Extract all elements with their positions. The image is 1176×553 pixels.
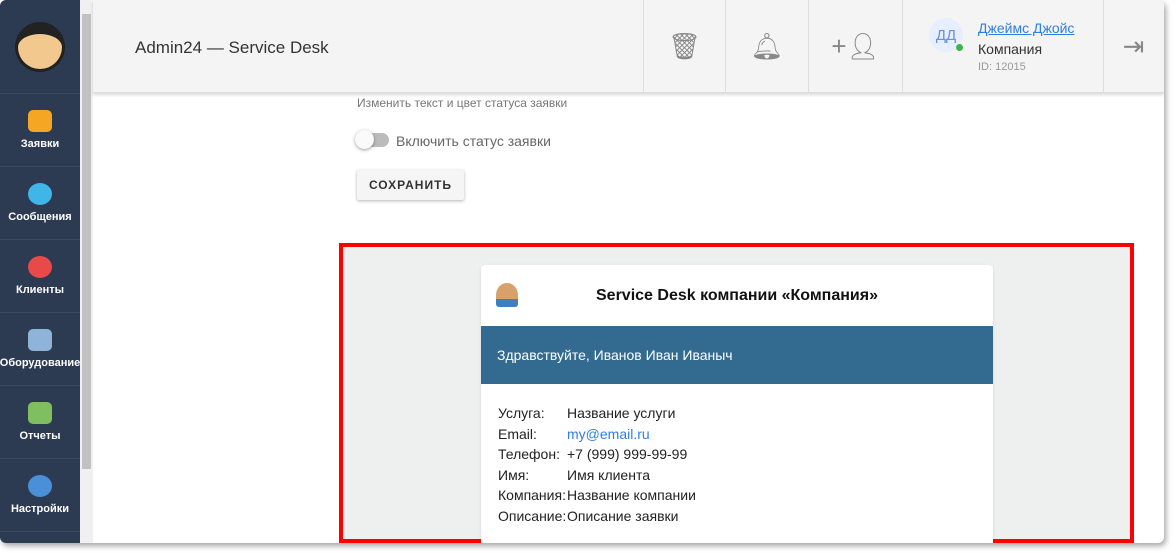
status-hint: Изменить текст и цвет статуса заявки: [357, 96, 567, 110]
field-row: Компания:Название компании: [498, 487, 976, 508]
user-company: Компания: [978, 41, 1042, 57]
gear-icon: [28, 475, 52, 497]
sidebar-item-messages[interactable]: Сообщения: [0, 167, 80, 240]
app-window: Заявки Сообщения Клиенты Оборудование От…: [0, 0, 1164, 543]
equipment-icon: [28, 329, 52, 351]
support-agent-icon: [496, 283, 518, 307]
field-row: Описание:Описание заявки: [498, 508, 976, 529]
avatar-logo-icon: [15, 22, 65, 72]
sidebar-item-label: Отчеты: [19, 430, 60, 442]
sidebar: Заявки Сообщения Клиенты Оборудование От…: [0, 0, 80, 543]
megaphone-icon: [28, 110, 52, 132]
sidebar-item-clients[interactable]: Клиенты: [0, 240, 80, 313]
logout-button[interactable]: ⇥: [1103, 0, 1163, 93]
field-value: Описание заявки: [567, 508, 678, 529]
field-label: Услуга:: [498, 405, 567, 426]
bell-icon: 🔔︎: [750, 31, 783, 62]
email-title: Service Desk компании «Компания»: [596, 287, 878, 305]
field-label: Компания:: [498, 487, 567, 508]
scrollbar[interactable]: [80, 0, 93, 543]
field-label: Телефон:: [498, 446, 567, 467]
email-greeting: Здравствуйте, Иванов Иван Иваныч: [481, 326, 993, 384]
sidebar-item-settings[interactable]: Настройки: [0, 459, 80, 532]
chat-icon: [28, 183, 52, 205]
page-title: Admin24 — Service Desk: [135, 38, 329, 58]
sidebar-item-reports[interactable]: Отчеты: [0, 386, 80, 459]
sidebar-item-equipment[interactable]: Оборудование: [0, 313, 80, 386]
save-button[interactable]: СОХРАНИТЬ: [357, 170, 464, 200]
add-user-button[interactable]: +👤︎: [808, 0, 902, 93]
sidebar-item-label: Настройки: [11, 503, 69, 515]
user-id: ID: 12015: [978, 61, 1026, 73]
field-value: Имя клиента: [567, 467, 650, 488]
logout-icon: ⇥: [1123, 31, 1145, 62]
user-profile: ДД Джеймс Джойс Компания ID: 12015: [902, 0, 1103, 93]
main-content: Изменить текст и цвет статуса заявки Вкл…: [93, 93, 1164, 543]
sidebar-item-label: Заявки: [21, 138, 59, 150]
field-label: Описание:: [498, 508, 567, 529]
status-toggle[interactable]: [357, 133, 389, 147]
trash-icon: 🗑︎: [668, 31, 701, 62]
field-label: Имя:: [498, 467, 567, 488]
field-row: Email:my@email.ru: [498, 426, 976, 447]
field-value: +7 (999) 999-99-99: [567, 446, 687, 467]
add-user-icon: +👤︎: [831, 31, 879, 62]
user-name-link[interactable]: Джеймс Джойс: [978, 20, 1074, 36]
field-row: Услуга:Название услуги: [498, 405, 976, 426]
email-preview: Service Desk компании «Компания» Здравст…: [339, 243, 1134, 543]
field-value: Название услуги: [567, 405, 675, 426]
notifications-button[interactable]: 🔔︎: [725, 0, 808, 93]
email-card: Service Desk компании «Компания» Здравст…: [481, 265, 993, 543]
sidebar-item-label: Сообщения: [8, 211, 71, 223]
field-row: Телефон:+7 (999) 999-99-99: [498, 446, 976, 467]
header: Admin24 — Service Desk 🗑︎ 🔔︎ +👤︎ ДД Джей…: [93, 0, 1164, 93]
sidebar-item-label: Клиенты: [16, 284, 64, 296]
email-link[interactable]: my@email.ru: [567, 426, 650, 447]
delete-button[interactable]: 🗑︎: [643, 0, 725, 93]
online-status-icon: [956, 44, 963, 51]
clients-icon: [28, 256, 52, 278]
scrollbar-thumb[interactable]: [82, 14, 91, 469]
reports-icon: [28, 402, 52, 424]
sidebar-item-label: Оборудование: [0, 357, 80, 369]
status-toggle-label: Включить статус заявки: [396, 133, 551, 149]
field-label: Email:: [498, 426, 567, 447]
logo[interactable]: [0, 0, 80, 94]
field-row: Имя:Имя клиента: [498, 467, 976, 488]
sidebar-item-requests[interactable]: Заявки: [0, 94, 80, 167]
field-value: Название компании: [567, 487, 696, 508]
